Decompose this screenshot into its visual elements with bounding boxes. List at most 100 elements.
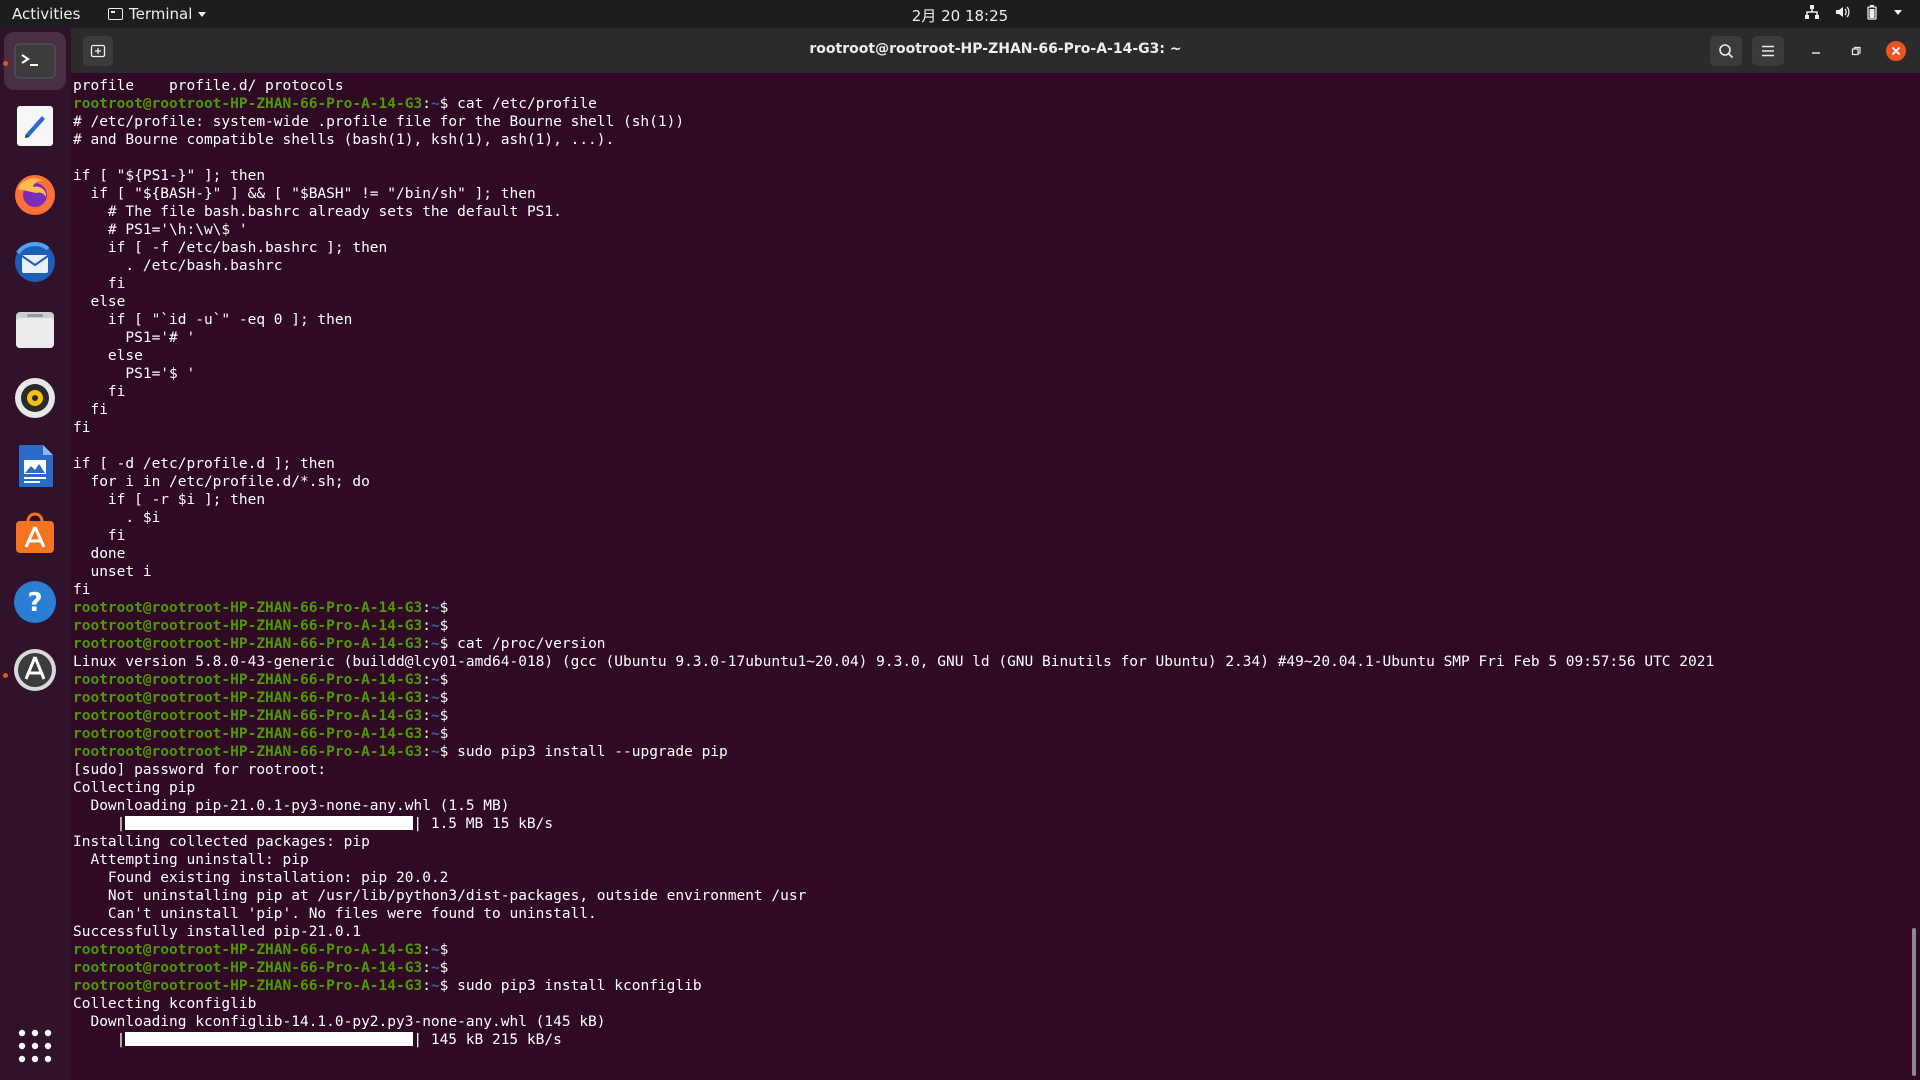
- progress-line: | | 1.5 MB 15 kB/s: [73, 816, 554, 832]
- terminal-app-icon: [108, 8, 123, 20]
- prompt-line: rootroot@rootroot-HP-ZHAN-66-Pro-A-14-G3…: [73, 744, 728, 760]
- window-title: rootroot@rootroot-HP-ZHAN-66-Pro-A-14-G3…: [809, 41, 1182, 57]
- progress-text: | 1.5 MB 15 kB/s: [413, 816, 554, 832]
- prompt-line: rootroot@rootroot-HP-ZHAN-66-Pro-A-14-G3…: [73, 942, 449, 958]
- output-line: fi: [73, 582, 91, 598]
- output-line: fi: [73, 402, 108, 418]
- prompt-user: rootroot@rootroot-HP-ZHAN-66-Pro-A-14-G3: [73, 744, 423, 760]
- output-line: else: [73, 348, 143, 364]
- output-line: Collecting kconfiglib: [73, 996, 257, 1012]
- output-line: Not uninstalling pip at /usr/lib/python3…: [73, 888, 807, 904]
- prompt-line: rootroot@rootroot-HP-ZHAN-66-Pro-A-14-G3…: [73, 96, 597, 112]
- output-line: for i in /etc/profile.d/*.sh; do: [73, 474, 370, 490]
- prompt-path: ~: [430, 636, 440, 652]
- software-center-icon: [16, 512, 54, 553]
- new-tab-button[interactable]: [83, 36, 113, 66]
- output-line: # The file bash.bashrc already sets the …: [73, 204, 562, 220]
- prompt-path: ~: [430, 708, 440, 724]
- top-bar: Activities Terminal 2月 20 18:25: [0, 0, 1920, 28]
- output-line: fi: [73, 384, 126, 400]
- app-menu-label: Terminal: [129, 5, 193, 23]
- dock-terminal[interactable]: [4, 32, 66, 90]
- prompt-line: rootroot@rootroot-HP-ZHAN-66-Pro-A-14-G3…: [73, 690, 449, 706]
- thunderbird-icon: [15, 242, 55, 282]
- prompt-user: rootroot@rootroot-HP-ZHAN-66-Pro-A-14-G3: [73, 600, 423, 616]
- prompt-user: rootroot@rootroot-HP-ZHAN-66-Pro-A-14-G3: [73, 96, 423, 112]
- output-line: profile profile.d/ protocols: [73, 78, 344, 94]
- dock-text-editor[interactable]: [11, 102, 59, 150]
- close-icon: [1886, 41, 1906, 61]
- running-indicator: [3, 673, 8, 678]
- output-line: if [ "${PS1-}" ]; then: [73, 168, 266, 184]
- progress-text: | 145 kB 215 kB/s: [413, 1032, 562, 1048]
- output-line: Linux version 5.8.0-43-generic (buildd@l…: [73, 654, 1715, 670]
- output-line: fi: [73, 528, 126, 544]
- prompt-path: ~: [430, 726, 440, 742]
- output-line: Collecting pip: [73, 780, 196, 796]
- prompt-user: rootroot@rootroot-HP-ZHAN-66-Pro-A-14-G3: [73, 978, 423, 994]
- activities-button[interactable]: Activities: [12, 5, 80, 23]
- prompt-line: rootroot@rootroot-HP-ZHAN-66-Pro-A-14-G3…: [73, 636, 606, 652]
- output-line: Can't uninstall 'pip'. No files were fou…: [73, 906, 597, 922]
- output-line: if [ "${BASH-}" ] && [ "$BASH" != "/bin/…: [73, 186, 536, 202]
- terminal-view[interactable]: profile profile.d/ protocols rootroot@roo…: [71, 73, 1920, 1080]
- output-line: PS1='$ ': [73, 366, 196, 382]
- dock-firefox[interactable]: [11, 170, 59, 218]
- output-line: Successfully installed pip-21.0.1: [73, 924, 362, 940]
- prompt-user: rootroot@rootroot-HP-ZHAN-66-Pro-A-14-G3: [73, 726, 423, 742]
- prompt-path: ~: [430, 96, 440, 112]
- output-line: # PS1='\h:\w\$ ': [73, 222, 248, 238]
- command-text: sudo pip3 install --upgrade pip: [448, 744, 728, 760]
- new-tab-icon: [90, 44, 106, 58]
- svg-text:?: ?: [27, 588, 42, 618]
- restore-icon: [1851, 46, 1861, 56]
- prompt-user: rootroot@rootroot-HP-ZHAN-66-Pro-A-14-G3: [73, 690, 423, 706]
- prompt-path: ~: [430, 672, 440, 688]
- show-applications-button[interactable]: [11, 1022, 59, 1070]
- output-line: PS1='# ': [73, 330, 196, 346]
- prompt-user: rootroot@rootroot-HP-ZHAN-66-Pro-A-14-G3: [73, 942, 423, 958]
- firefox-icon: [15, 175, 55, 215]
- system-tray[interactable]: [1804, 4, 1902, 20]
- scrollbar[interactable]: [1912, 928, 1916, 1076]
- download-progress-bar: [125, 816, 414, 830]
- output-line: else: [73, 294, 126, 310]
- prompt-line: rootroot@rootroot-HP-ZHAN-66-Pro-A-14-G3…: [73, 726, 449, 742]
- close-button[interactable]: [1884, 39, 1908, 63]
- prompt-user: rootroot@rootroot-HP-ZHAN-66-Pro-A-14-G3: [73, 960, 423, 976]
- prompt-path: ~: [430, 942, 440, 958]
- clock[interactable]: 2月 20 18:25: [0, 5, 1920, 26]
- rhythmbox-icon: [15, 378, 55, 418]
- dock-rhythmbox[interactable]: [11, 374, 59, 422]
- restore-button[interactable]: [1844, 39, 1868, 63]
- help-icon: ?: [14, 581, 56, 623]
- search-icon: [1719, 44, 1734, 59]
- dock-files[interactable]: [11, 306, 59, 354]
- prompt-path: ~: [430, 978, 440, 994]
- software-updater-icon: [14, 649, 56, 691]
- output-line: Downloading pip-21.0.1-py3-none-any.whl …: [73, 798, 510, 814]
- dock-software-updater[interactable]: [11, 646, 59, 694]
- output-line: if [ -f /etc/bash.bashrc ]; then: [73, 240, 388, 256]
- minimize-button[interactable]: [1804, 39, 1828, 63]
- dock-libreoffice-writer[interactable]: [11, 442, 59, 490]
- output-line: unset i: [73, 564, 152, 580]
- dock: ?: [0, 28, 71, 1080]
- dock-help[interactable]: ?: [11, 578, 59, 626]
- prompt-user: rootroot@rootroot-HP-ZHAN-66-Pro-A-14-G3: [73, 618, 423, 634]
- output-line: . $i: [73, 510, 161, 526]
- minimize-icon: [1812, 52, 1820, 54]
- search-button[interactable]: [1710, 36, 1742, 66]
- terminal-headerbar: rootroot@rootroot-HP-ZHAN-66-Pro-A-14-G3…: [71, 28, 1920, 73]
- main-menu-button[interactable]: [1752, 36, 1784, 66]
- progress-line: | | 145 kB 215 kB/s: [73, 1032, 562, 1048]
- dock-ubuntu-software[interactable]: [11, 510, 59, 558]
- prompt-line: rootroot@rootroot-HP-ZHAN-66-Pro-A-14-G3…: [73, 708, 449, 724]
- prompt-path: ~: [430, 690, 440, 706]
- text-editor-icon: [17, 106, 53, 146]
- dock-thunderbird[interactable]: [11, 238, 59, 286]
- app-menu-button[interactable]: Terminal: [108, 5, 207, 23]
- output-line: Downloading kconfiglib-14.1.0-py2.py3-no…: [73, 1014, 606, 1030]
- files-icon: [16, 312, 54, 348]
